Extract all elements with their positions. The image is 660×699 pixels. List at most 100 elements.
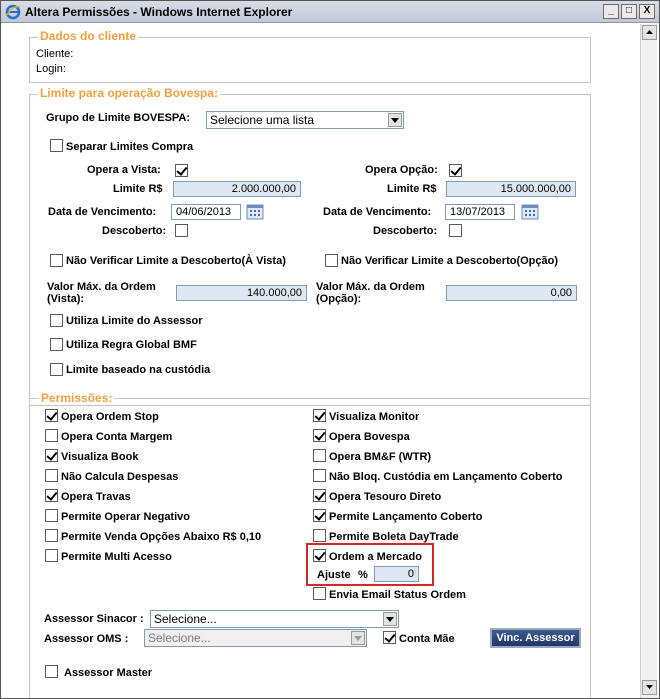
opera-travas-label: Opera Travas — [61, 491, 131, 503]
vencimento-vista-label: Data de Vencimento: — [48, 206, 157, 218]
close-button[interactable]: X — [639, 4, 655, 19]
utiliza-bmf-checkbox[interactable] — [50, 338, 63, 351]
nao-bloq-custodia-label: Não Bloq. Custódia em Lançamento Coberto — [329, 471, 563, 483]
grupo-limite-label: Grupo de Limite BOVESPA: — [46, 112, 191, 124]
visualiza-monitor-checkbox[interactable] — [313, 409, 326, 422]
limite-vista-label: Limite R$ — [113, 183, 163, 195]
valor-max-opcao-label-suffix: (Opção): — [316, 293, 362, 305]
dados-cliente-section — [29, 37, 591, 83]
vinc-assessor-button[interactable]: Vinc. Assessor — [490, 628, 581, 648]
calendar-icon[interactable] — [521, 204, 539, 220]
nao-verificar-vista-checkbox[interactable] — [50, 254, 63, 267]
descoberto-vista-checkbox[interactable] — [175, 224, 188, 237]
limite-opcao-label: Limite R$ — [387, 183, 437, 195]
permite-boleta-daytrade-checkbox[interactable] — [313, 529, 326, 542]
ajuste-label: Ajuste — [317, 569, 351, 581]
permite-venda-opcoes-label: Permite Venda Opções Abaixo R$ 0,10 — [61, 531, 262, 543]
dados-cliente-legend: Dados do cliente — [38, 29, 139, 43]
dropdown-arrow-icon[interactable] — [388, 113, 402, 127]
opera-bovespa-checkbox[interactable] — [313, 429, 326, 442]
calendar-icon[interactable] — [246, 204, 264, 220]
title-bar[interactable]: Altera Permissões - Windows Internet Exp… — [1, 1, 659, 23]
assessor-sinacor-label: Assessor Sinacor : — [44, 613, 144, 625]
valor-max-vista-label-suffix: (Vista): — [47, 293, 85, 305]
envia-email-label: Envia Email Status Ordem — [329, 589, 466, 601]
separar-limites-label: Separar Limites Compra — [66, 141, 194, 153]
utiliza-assessor-label: Utiliza Limite do Assessor — [66, 315, 203, 327]
permite-boleta-daytrade-label: Permite Boleta DayTrade — [329, 531, 459, 543]
assessor-sinacor-select[interactable]: Selecione... — [150, 610, 399, 628]
permite-venda-opcoes-checkbox[interactable] — [45, 529, 58, 542]
dropdown-arrow-icon — [351, 631, 365, 645]
opera-vista-checkbox[interactable] — [175, 164, 188, 177]
descoberto-vista-label: Descoberto: — [102, 225, 167, 237]
ajuste-percent-label: % — [358, 569, 368, 581]
valor-max-vista-input[interactable]: 140.000,00 — [176, 285, 307, 301]
visualiza-monitor-label: Visualiza Monitor — [329, 411, 420, 423]
nao-verificar-opcao-checkbox[interactable] — [325, 254, 338, 267]
opera-tesouro-direto-label: Opera Tesouro Direto — [329, 491, 442, 503]
visualiza-book-checkbox[interactable] — [45, 449, 58, 462]
grupo-limite-select[interactable]: Selecione uma lista — [206, 111, 404, 129]
vencimento-opcao-input[interactable]: 13/07/2013 — [445, 204, 515, 220]
assessor-sinacor-value: Selecione... — [154, 612, 217, 626]
limite-custodia-checkbox[interactable] — [50, 363, 63, 376]
permite-multi-acesso-checkbox[interactable] — [45, 549, 58, 562]
page-content: Dados do cliente Cliente: Login: Limite … — [3, 24, 639, 698]
window-title: Altera Permissões - Windows Internet Exp… — [25, 5, 293, 19]
internet-explorer-icon — [5, 4, 21, 20]
vertical-scrollbar[interactable] — [640, 24, 657, 698]
envia-email-checkbox[interactable] — [313, 587, 326, 600]
opera-tesouro-direto-checkbox[interactable] — [313, 489, 326, 502]
permite-lancamento-coberto-checkbox[interactable] — [313, 509, 326, 522]
assessor-master-checkbox[interactable] — [45, 665, 58, 678]
limite-vista-input[interactable]: 2.000.000,00 — [173, 181, 301, 197]
ajuste-input[interactable]: 0 — [374, 566, 419, 582]
opera-conta-margem-checkbox[interactable] — [45, 429, 58, 442]
conta-mae-checkbox[interactable] — [383, 631, 396, 644]
opera-opcao-label: Opera Opção: — [365, 164, 438, 176]
opera-opcao-checkbox[interactable] — [449, 164, 462, 177]
opera-conta-margem-label: Opera Conta Margem — [61, 431, 173, 443]
scroll-up-button[interactable] — [642, 25, 657, 40]
scroll-down-button[interactable] — [642, 680, 657, 695]
permite-multi-acesso-label: Permite Multi Acesso — [61, 551, 172, 563]
browser-window: Altera Permissões - Windows Internet Exp… — [0, 0, 660, 699]
utiliza-assessor-checkbox[interactable] — [50, 314, 63, 327]
opera-ordem-stop-label: Opera Ordem Stop — [61, 411, 159, 423]
utiliza-bmf-label: Utiliza Regra Global BMF — [66, 339, 197, 351]
valor-max-opcao-input[interactable]: 0,00 — [446, 285, 577, 301]
valor-max-opcao-label: Valor Máx. da Ordem — [316, 281, 425, 293]
dropdown-arrow-icon[interactable] — [383, 612, 397, 626]
vencimento-vista-input[interactable]: 04/06/2013 — [171, 204, 241, 220]
nao-verificar-vista-label: Não Verificar Limite a Descoberto(À Vist… — [66, 255, 286, 267]
permite-operar-negativo-label: Permite Operar Negativo — [61, 511, 190, 523]
opera-bovespa-label: Opera Bovespa — [329, 431, 410, 443]
assessor-oms-value: Selecione... — [148, 631, 211, 645]
limite-custodia-label: Limite baseado na custódia — [66, 364, 211, 376]
opera-bmf-label: Opera BM&F (WTR) — [329, 451, 432, 463]
descoberto-opcao-checkbox[interactable] — [449, 224, 462, 237]
permissoes-legend: Permissões: — [39, 391, 115, 405]
assessor-oms-label: Assessor OMS : — [44, 633, 129, 645]
vencimento-opcao-label: Data de Vencimento: — [323, 206, 432, 218]
nao-bloq-custodia-checkbox[interactable] — [313, 469, 326, 482]
opera-ordem-stop-checkbox[interactable] — [45, 409, 58, 422]
nao-calcula-despesas-checkbox[interactable] — [45, 469, 58, 482]
conta-mae-label: Conta Mãe — [399, 633, 455, 645]
permite-lancamento-coberto-label: Permite Lançamento Coberto — [329, 511, 483, 523]
descoberto-opcao-label: Descoberto: — [373, 225, 438, 237]
minimize-button[interactable]: _ — [603, 4, 619, 19]
assessor-master-label: Assessor Master — [64, 667, 153, 679]
valor-max-vista-label: Valor Máx. da Ordem — [47, 281, 156, 293]
permite-operar-negativo-checkbox[interactable] — [45, 509, 58, 522]
visualiza-book-label: Visualiza Book — [61, 451, 139, 463]
ordem-a-mercado-checkbox[interactable] — [313, 549, 326, 562]
ordem-a-mercado-label: Ordem a Mercado — [329, 551, 422, 563]
separar-limites-checkbox[interactable] — [50, 139, 63, 152]
opera-travas-checkbox[interactable] — [45, 489, 58, 502]
maximize-button[interactable]: □ — [621, 4, 637, 19]
opera-bmf-checkbox[interactable] — [313, 449, 326, 462]
login-label: Login: — [36, 63, 66, 75]
limite-opcao-input[interactable]: 15.000.000,00 — [446, 181, 576, 197]
